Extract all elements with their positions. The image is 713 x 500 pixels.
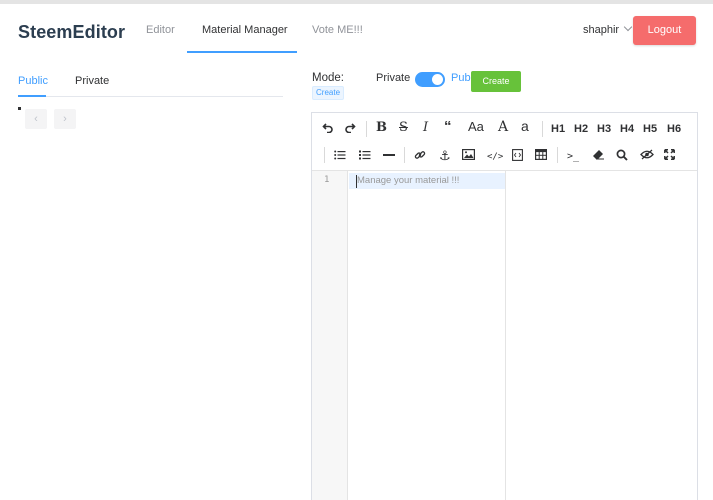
heading-3-button[interactable]: H3 <box>597 121 611 137</box>
mode-label: Mode: <box>312 72 344 84</box>
toolbar-separator <box>557 147 558 163</box>
create-tag: Create <box>312 86 345 100</box>
italic-icon[interactable]: I <box>423 120 428 136</box>
list-marker <box>18 107 21 110</box>
heading-6-button[interactable]: H6 <box>667 121 681 137</box>
search-icon[interactable] <box>616 149 628 166</box>
nav-vote-me[interactable]: Vote ME!!! <box>312 24 363 36</box>
heading-2-button[interactable]: H2 <box>574 121 588 137</box>
app-brand[interactable]: SteemEditor <box>18 22 125 43</box>
image-icon[interactable] <box>462 149 476 165</box>
code-block-icon[interactable] <box>512 149 523 166</box>
terminal-icon[interactable]: >_ <box>567 149 579 165</box>
anchor-icon[interactable]: ⚓ <box>439 148 451 164</box>
bold-icon[interactable]: B <box>376 120 387 136</box>
line-number-gutter: 1 <box>312 171 348 500</box>
create-button[interactable]: Create <box>471 71 521 92</box>
heading-4-button[interactable]: H4 <box>620 121 634 137</box>
user-menu[interactable]: shaphir <box>583 22 633 36</box>
fullscreen-icon[interactable] <box>664 149 675 165</box>
toolbar-separator <box>366 121 367 137</box>
editor-toolbar: B S I “ Aa A a H1 H2 H3 H4 H5 H6 ⚓ </> >… <box>312 113 697 171</box>
preview-toggle-icon[interactable] <box>640 149 654 165</box>
nav-material-manager[interactable]: Material Manager <box>202 24 288 36</box>
nav-editor[interactable]: Editor <box>146 24 175 36</box>
heading-1-button[interactable]: H1 <box>551 121 565 137</box>
toolbar-separator <box>542 121 543 137</box>
ordered-list-icon[interactable] <box>359 149 371 165</box>
next-page-button[interactable]: › <box>54 109 76 129</box>
redo-icon[interactable] <box>344 121 356 138</box>
font-a-icon[interactable]: A <box>498 119 508 135</box>
table-icon[interactable] <box>535 149 548 165</box>
logout-button[interactable]: Logout <box>633 16 696 45</box>
editor-placeholder[interactable]: Manage your material !!! <box>357 175 459 186</box>
unordered-list-icon[interactable] <box>334 149 346 165</box>
line-number: 1 <box>324 175 330 185</box>
nav-active-indicator <box>187 51 297 53</box>
code-icon[interactable]: </> <box>487 149 503 165</box>
eraser-icon[interactable] <box>592 149 605 165</box>
markdown-editor[interactable]: B S I “ Aa A a H1 H2 H3 H4 H5 H6 ⚓ </> >… <box>311 112 698 500</box>
tabs-divider <box>18 96 283 97</box>
font-size-icon[interactable]: Aa <box>468 119 484 135</box>
mode-toggle-switch[interactable] <box>415 72 445 87</box>
prev-page-button[interactable]: ‹ <box>25 109 47 129</box>
horizontal-rule-icon[interactable] <box>383 149 395 165</box>
font-a-alt-icon[interactable]: a <box>521 118 529 134</box>
editor-preview-divider <box>505 171 506 500</box>
link-icon[interactable] <box>414 149 426 166</box>
toolbar-separator <box>324 147 325 163</box>
username: shaphir <box>583 24 620 36</box>
quote-icon[interactable]: “ <box>444 119 452 135</box>
undo-icon[interactable] <box>322 121 334 138</box>
top-border <box>0 0 713 4</box>
tab-public[interactable]: Public <box>18 75 48 87</box>
chevron-down-icon <box>623 22 633 32</box>
heading-5-button[interactable]: H5 <box>643 121 657 137</box>
tab-private[interactable]: Private <box>75 75 109 87</box>
switch-knob <box>432 74 443 85</box>
toolbar-separator <box>404 147 405 163</box>
strikethrough-icon[interactable]: S <box>399 120 408 136</box>
tab-active-indicator <box>18 95 46 97</box>
private-label: Private <box>376 72 411 84</box>
